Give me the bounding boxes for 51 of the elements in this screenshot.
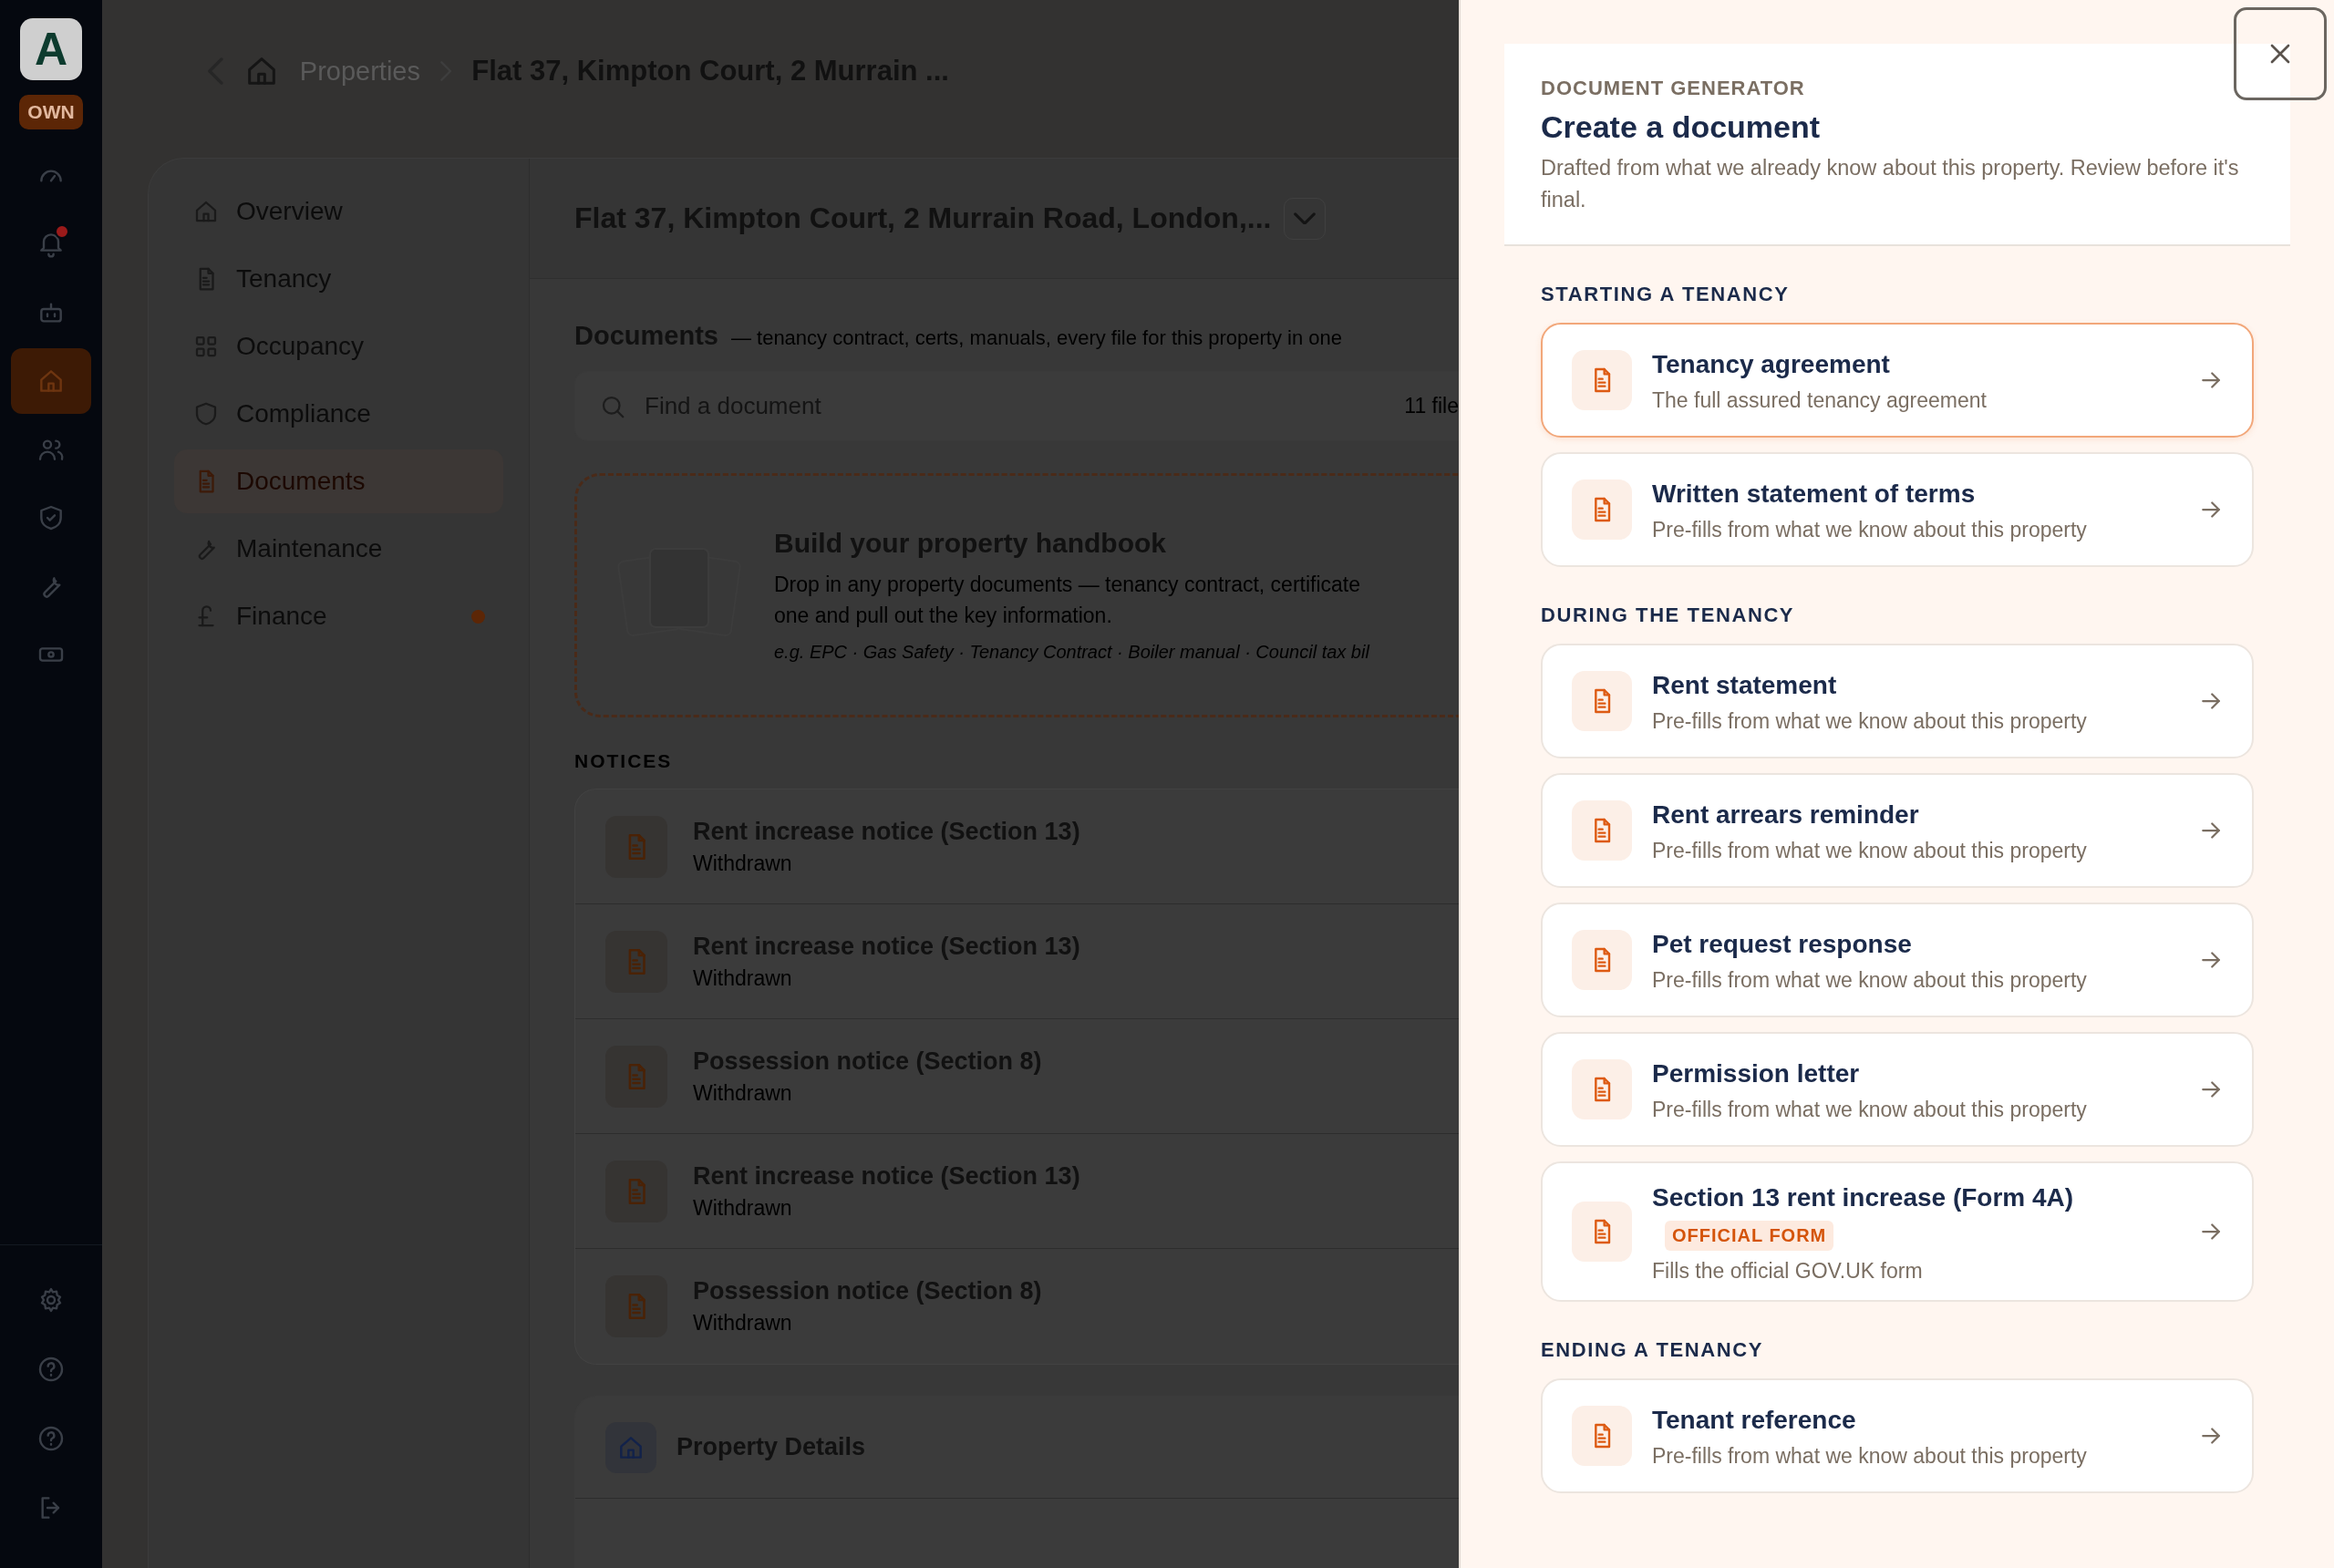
document-template-card[interactable]: Tenant reference Pre-fills from what we know about this property [1541, 1377, 2254, 1493]
panel-eyebrow: DOCUMENT GENERATOR [1541, 77, 1806, 100]
chevron-down-icon [1294, 211, 1317, 225]
document-template-card[interactable]: Rent statement Pre-fills from what we know about this property [1541, 643, 2254, 758]
notice-status: Withdrawn [693, 851, 793, 876]
official-form-tag: OFFICIAL FORM [1665, 1221, 1834, 1252]
upload-drop-zone[interactable] [574, 473, 1459, 717]
template-description: Pre-fills from what we know about this property [1652, 968, 2088, 994]
document-template-card[interactable]: Pet request response Pre-fills from what we know about this property [1541, 902, 2254, 1017]
document-template-card[interactable]: Section 13 rent increase (Form 4A) OFFICIAL FORM Fills the official GOV.UK form [1541, 1161, 2254, 1302]
template-title: Tenancy agreement [1652, 348, 1891, 380]
document-template-card[interactable]: Written statement of terms Pre-fills from what we know about this property [1541, 451, 2254, 567]
section-heading: DURING THE TENANCY [1541, 603, 1796, 627]
panel-title: Create a document [1541, 109, 1822, 145]
section-heading: ENDING A TENANCY [1541, 1337, 1764, 1362]
template-title: Tenant reference [1652, 1404, 1857, 1436]
template-description: Pre-fills from what we know about this property [1652, 709, 2088, 735]
template-title: Rent arrears reminder [1652, 799, 1920, 830]
template-description: Pre-fills from what we know about this property [1652, 1444, 2088, 1470]
property-dropdown-button[interactable] [1284, 197, 1327, 240]
handbook-examples: e.g. EPC · Gas Safety · Tenancy Contract · Boiler manual · Council tax bil [774, 641, 1369, 663]
template-title: Section 13 rent increase (Form 4A) OFFICIAL FORM [1652, 1179, 2177, 1253]
notice-status: Withdrawn [693, 1080, 793, 1106]
help-icon [36, 1424, 66, 1453]
role-badge: OWN [19, 95, 83, 129]
template-description: Pre-fills from what we know about this property [1652, 839, 2088, 864]
notice-status: Withdrawn [693, 1195, 793, 1221]
close-button[interactable] [2234, 7, 2327, 100]
template-description: Fills the official GOV.UK form [1652, 1258, 1924, 1284]
template-title: Permission letter [1652, 1057, 1861, 1089]
document-template-card[interactable]: Tenancy agreement The full assured tenancy agreement [1541, 322, 2254, 438]
app-logo[interactable]: A [20, 18, 82, 80]
section-heading: STARTING A TENANCY [1541, 282, 1791, 306]
template-description: The full assured tenancy agreement [1652, 388, 1988, 414]
panel-description: Drafted from what we already know about this property. Review before it's final. [1541, 155, 2240, 214]
notice-status: Withdrawn [693, 1311, 793, 1336]
section-description: — tenancy contract, certs, manuals, every file for this property in one [730, 326, 1342, 350]
template-title: Written statement of terms [1652, 478, 1977, 510]
notice-status: Withdrawn [693, 965, 793, 991]
template-title: Rent statement [1652, 669, 1838, 701]
file-count: 11 file [1404, 394, 1459, 418]
template-description: Pre-fills from what we know about this property [1652, 518, 2088, 543]
document-template-card[interactable]: Permission letter Pre-fills from what we know about this property [1541, 1031, 2254, 1147]
template-title: Pet request response [1652, 928, 1913, 960]
help-icon [36, 1355, 66, 1384]
template-description: Pre-fills from what we know about this property [1652, 1098, 2088, 1123]
rail-nav-button[interactable] [11, 348, 91, 414]
notices-heading: NOTICES [574, 750, 674, 772]
handbook-description: one and pull out the key information. [774, 602, 1113, 629]
handbook-description: Drop in any property documents — tenancy contract, certificate [774, 572, 1362, 599]
document-template-card[interactable]: Rent arrears reminder Pre-fills from what we know about this property [1541, 772, 2254, 888]
